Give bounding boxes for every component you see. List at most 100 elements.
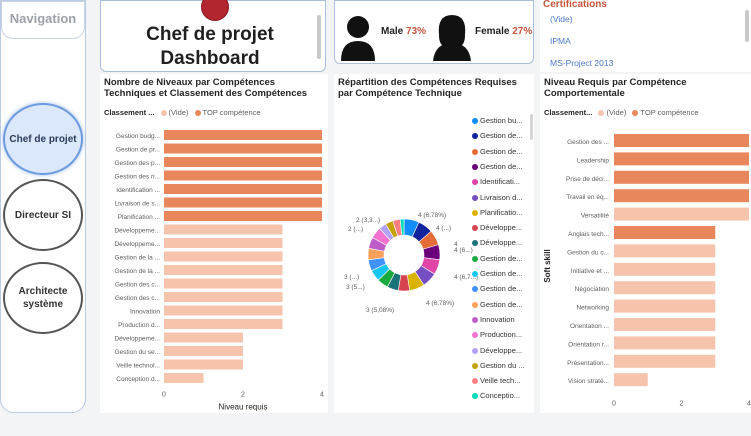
donut-legend-item[interactable]: Gestion bu... [472,116,523,125]
donut-legend-item[interactable]: Gestion de... [472,284,523,293]
bar [614,299,716,313]
category-label: Négociation [575,286,610,293]
certifications-scrollbar[interactable] [745,10,749,42]
donut-data-label: 4 [454,241,458,248]
donut-legend-item[interactable]: Gestion du ... [472,361,525,370]
donut-legend-item[interactable]: Développe... [472,238,522,247]
bar [164,224,283,235]
category-label: Gestion des ... [567,139,609,146]
category-label: Gestion de pr... [116,147,160,154]
category-label: Gestion des c... [115,282,160,289]
bar [164,238,283,248]
donut-legend-item[interactable]: Livraison d... [472,193,523,202]
donut-legend-scrollbar[interactable] [530,114,533,140]
navigation-panel: Navigation Chef de projet Directeur SI A… [0,0,86,413]
legend-label: Veille tech... [480,376,521,386]
bar [614,336,716,350]
donut-legend-item[interactable]: Gestion de... [472,269,523,278]
bar [614,170,749,184]
donut-legend-item[interactable]: Gestion de... [472,254,523,263]
legend-label: Planificatio... [480,207,523,217]
legend-label: Identificati... [480,177,521,187]
bar [614,189,749,203]
category-label: Production d... [118,322,160,329]
legend-swatch [472,301,478,308]
donut-legend-item[interactable]: Conceptio... [472,391,520,400]
donut-legend-item[interactable]: Gestion de... [472,147,523,156]
donut-data-label: 4 (...) [436,225,451,232]
dashboard-title-card: Chef de projet Dashboard [100,0,326,72]
bar [164,143,322,154]
category-label: Gestion des ri... [114,174,160,181]
category-label: Orientation r... [568,341,609,348]
bar [614,152,749,166]
male-label: Male [381,26,404,37]
legend-swatch [472,209,478,216]
donut-legend-item[interactable]: Production... [472,330,522,339]
bar [164,359,243,370]
donut-legend-item[interactable]: Identificati... [472,177,520,186]
donut-legend-item[interactable]: Développe... [472,223,522,232]
donut-legend-item[interactable]: Gestion de... [472,131,523,140]
legend-label: Innovation [480,314,515,324]
bar [614,207,749,221]
certification-item[interactable]: IPMA [550,36,571,46]
legend-label: Livraison d... [480,192,523,202]
category-label: Identification ... [116,187,160,194]
male-stat: Male 73% [381,26,426,37]
legend-swatch [472,347,478,354]
bar [164,278,283,289]
male-icon [341,16,375,61]
bar [614,354,716,368]
bar [614,134,749,147]
nav-chef-de-projet[interactable]: Chef de projet [3,103,83,175]
donut-legend-item[interactable]: Veille tech... [472,376,520,385]
nav-architecte-systeme[interactable]: Architecte système [3,262,83,334]
category-label: Gestion des c... [115,295,160,302]
legend-label: Gestion de... [480,146,523,156]
donut-data-label: 3 (...) [344,274,359,281]
legend-swatch [472,286,478,293]
female-stat: Female 27% [475,26,532,37]
bar [164,184,322,194]
legend-label: Développe... [480,223,523,233]
category-label: Développeme... [114,336,160,343]
x-tick-label: 4 [320,392,324,399]
category-label: Planification ... [118,214,160,221]
bar [164,305,283,316]
title-scrollbar[interactable] [317,15,321,59]
donut-panel: Répartition des Compétences Requises par… [334,74,534,413]
navigation-title: Navigation [1,1,85,39]
donut-legend-item[interactable]: Gestion de... [472,162,523,171]
nav-directeur-si[interactable]: Directeur SI [3,179,83,251]
donut-data-label: 3 (5,08%) [366,307,394,314]
bar [164,197,322,208]
legend-label: Gestion de... [480,284,523,294]
bar [164,292,283,302]
donut-legend-item[interactable]: Planificatio... [472,208,523,217]
certification-item[interactable]: MS-Project 2013 [550,58,613,68]
legend-swatch [472,378,478,385]
category-label: Gestion budg... [116,133,160,140]
category-label: Livraison de s... [114,201,160,208]
legend-swatch [472,163,478,170]
donut-data-label: 4 (6...) [454,247,473,254]
donut-data-label: 4 (6.78%) [418,212,446,219]
male-percentage: 73% [406,26,427,37]
certification-item[interactable]: (Vide) [550,14,573,24]
behavioral-bar-chart: Gestion des ... Leadership Prise de déci..… [543,134,751,408]
donut-legend-item[interactable]: Développe... [472,346,522,355]
x-tick-label: 0 [612,401,616,408]
category-label: Innovation [130,309,160,316]
donut-legend-item[interactable]: Gestion de... [472,300,523,309]
bar [164,346,243,356]
legend-label: Gestion de... [480,161,523,171]
legend-swatch [472,225,478,232]
donut-legend-item[interactable]: Innovation [472,315,515,324]
bar [614,318,716,331]
page-title: Chef de projet Dashboard [146,24,274,69]
category-label: Vision straté... [568,378,609,385]
legend-label: Gestion bu... [480,116,523,125]
bar [164,251,283,262]
legend-label: Gestion de... [480,299,523,309]
